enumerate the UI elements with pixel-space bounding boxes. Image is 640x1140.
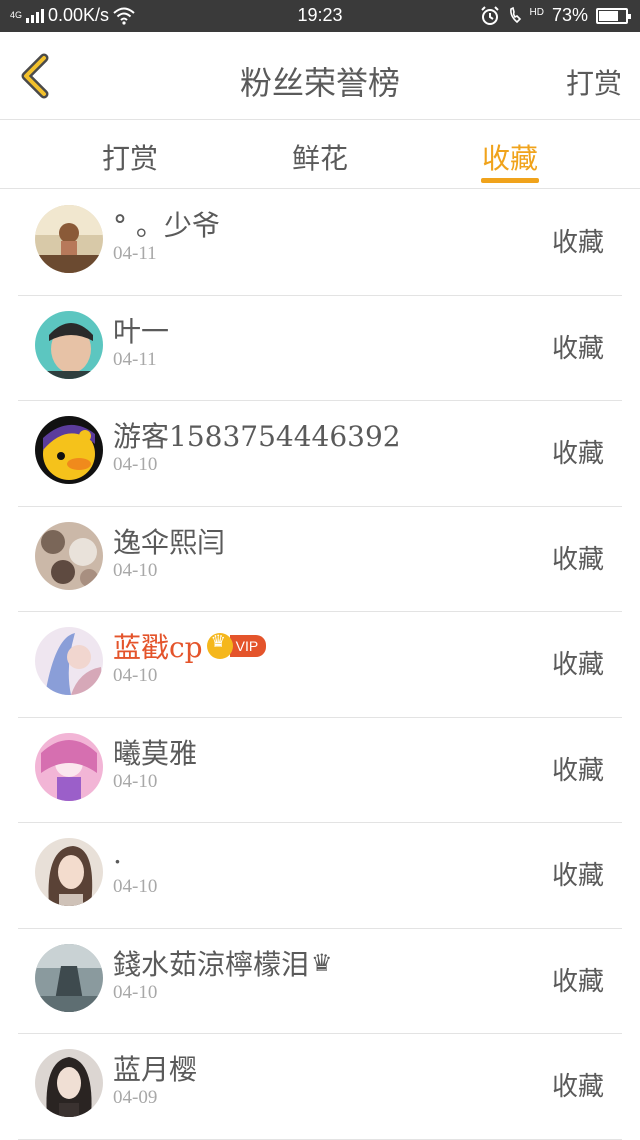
favorite-label: 收藏 bbox=[551, 650, 604, 680]
user-name: 逸伞熙闫 bbox=[113, 525, 226, 559]
status-bar: 4G 0.00K/s 19:23 HD 73% bbox=[0, 0, 640, 32]
user-date: 04-09 bbox=[113, 1087, 158, 1108]
tab-flowers[interactable]: 鲜花 bbox=[260, 137, 380, 177]
favorite-label: 收藏 bbox=[551, 228, 604, 258]
phone-hd-icon bbox=[509, 6, 521, 23]
user-name: 游客1583754446392 bbox=[113, 420, 401, 453]
avatar bbox=[35, 205, 103, 273]
favorite-label: 收藏 bbox=[551, 1072, 604, 1102]
crown-icon: ♛ bbox=[311, 948, 333, 977]
list-item[interactable]: 曦莫雅 04-10 收藏 bbox=[18, 718, 622, 823]
user-name: 曦莫雅 bbox=[113, 736, 198, 770]
user-date: 04-10 bbox=[113, 876, 158, 897]
user-date: 04-10 bbox=[113, 559, 158, 581]
list-item[interactable]: 蓝戳cp VIP 04-10 收藏 bbox=[18, 612, 622, 718]
reward-button[interactable]: 打赏 bbox=[566, 62, 622, 102]
user-name: 蓝月樱 bbox=[113, 1053, 198, 1086]
user-name: 蓝戳cp bbox=[113, 631, 203, 664]
user-name: ° 。少爷 bbox=[113, 209, 220, 242]
crown-badge-icon bbox=[206, 632, 233, 659]
avatar bbox=[35, 627, 103, 695]
user-name: 叶一 bbox=[113, 314, 170, 348]
favorite-label: 收藏 bbox=[551, 439, 604, 469]
list-item[interactable]: 游客1583754446392 04-10 收藏 bbox=[18, 401, 622, 507]
favorite-label: 收藏 bbox=[551, 333, 604, 364]
tab-bar: 打赏 鲜花 收藏 bbox=[0, 121, 640, 189]
list-item[interactable]: . 04-10 收藏 bbox=[18, 823, 622, 929]
user-name-vip: 蓝戳cp VIP bbox=[113, 626, 267, 666]
avatar bbox=[35, 732, 103, 801]
user-date: 04-11 bbox=[113, 243, 157, 264]
list-item[interactable]: ° 。少爷 04-11 收藏 bbox=[18, 190, 622, 296]
tab-favorites[interactable]: 收藏 bbox=[450, 137, 570, 177]
avatar bbox=[35, 943, 103, 1012]
avatar bbox=[35, 521, 103, 590]
tab-reward[interactable]: 打赏 bbox=[70, 137, 190, 177]
battery-fill bbox=[599, 10, 618, 21]
battery-icon bbox=[596, 7, 631, 24]
user-name: . bbox=[113, 837, 122, 870]
user-date: 04-10 bbox=[113, 981, 158, 1003]
status-right: HD 73% bbox=[480, 5, 631, 26]
favorite-label: 收藏 bbox=[551, 966, 604, 997]
user-date: 04-11 bbox=[113, 348, 157, 370]
user-name-row: 錢水茹涼檸檬泪 ♛ bbox=[113, 943, 333, 983]
favorite-label: 收藏 bbox=[551, 544, 604, 575]
list-item[interactable]: 錢水茹涼檸檬泪 ♛ 04-10 收藏 bbox=[18, 929, 622, 1034]
user-date: 04-10 bbox=[113, 665, 158, 686]
avatar bbox=[35, 838, 103, 906]
user-name: 錢水茹涼檸檬泪 bbox=[113, 947, 310, 981]
vip-badge: VIP bbox=[229, 635, 267, 657]
list-item[interactable]: 逸伞熙闫 04-10 收藏 bbox=[18, 507, 622, 612]
list-item[interactable]: 蓝月樱 04-09 收藏 bbox=[18, 1034, 622, 1140]
hd-label: HD bbox=[529, 7, 544, 18]
user-date: 04-10 bbox=[113, 454, 158, 475]
favorite-label: 收藏 bbox=[551, 755, 604, 786]
header: 粉丝荣誉榜 打赏 bbox=[0, 32, 640, 120]
fan-list: ° 。少爷 04-11 收藏 叶一 04-11 收藏 游客15837544463… bbox=[18, 190, 622, 1140]
active-tab-indicator bbox=[481, 178, 539, 183]
list-item[interactable]: 叶一 04-11 收藏 bbox=[18, 296, 622, 401]
avatar bbox=[35, 1049, 103, 1117]
battery-percent: 73% bbox=[551, 5, 588, 25]
avatar bbox=[35, 416, 103, 484]
page-title: 粉丝荣誉榜 bbox=[239, 64, 400, 102]
alarm-icon bbox=[480, 5, 499, 25]
user-date: 04-10 bbox=[113, 770, 158, 792]
favorite-label: 收藏 bbox=[551, 861, 604, 891]
avatar bbox=[35, 310, 103, 379]
